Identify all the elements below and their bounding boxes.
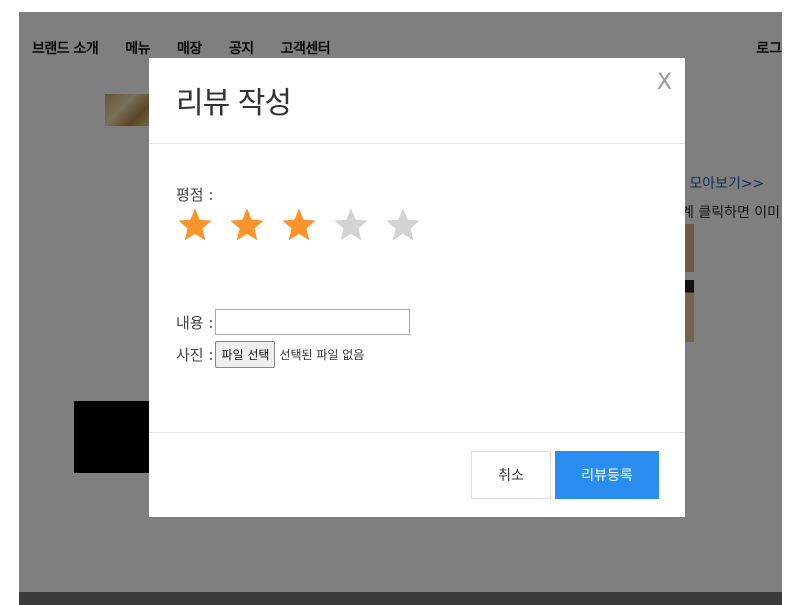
rating-label: 평점 :	[176, 186, 214, 204]
modal-header: 리뷰 작성 X	[149, 58, 685, 144]
modal-title: 리뷰 작성	[176, 86, 292, 121]
star-empty-icon[interactable]	[384, 206, 422, 244]
star-filled-icon[interactable]	[280, 206, 318, 244]
review-modal: 리뷰 작성 X 평점 : 내용 : 사진 : 파일 선택 선택된 파일 없음 취…	[149, 58, 685, 517]
modal-body: 평점 : 내용 : 사진 : 파일 선택 선택된 파일 없음	[149, 144, 685, 433]
content-label: 내용 :	[176, 313, 214, 332]
modal-footer: 취소 리뷰등록	[149, 433, 685, 517]
close-button[interactable]: X	[657, 72, 672, 94]
star-filled-icon[interactable]	[176, 206, 214, 244]
submit-review-button[interactable]: 리뷰등록	[555, 451, 659, 499]
file-select-button[interactable]: 파일 선택	[215, 341, 276, 368]
content-row: 내용 :	[176, 309, 411, 335]
star-rating[interactable]	[176, 206, 422, 244]
star-filled-icon[interactable]	[228, 206, 266, 244]
content-input[interactable]	[215, 309, 411, 335]
star-empty-icon[interactable]	[332, 206, 370, 244]
file-status: 선택된 파일 없음	[279, 348, 365, 362]
cancel-button[interactable]: 취소	[471, 451, 551, 499]
photo-row: 사진 : 파일 선택 선택된 파일 없음	[176, 341, 364, 368]
photo-label: 사진 :	[176, 346, 214, 364]
